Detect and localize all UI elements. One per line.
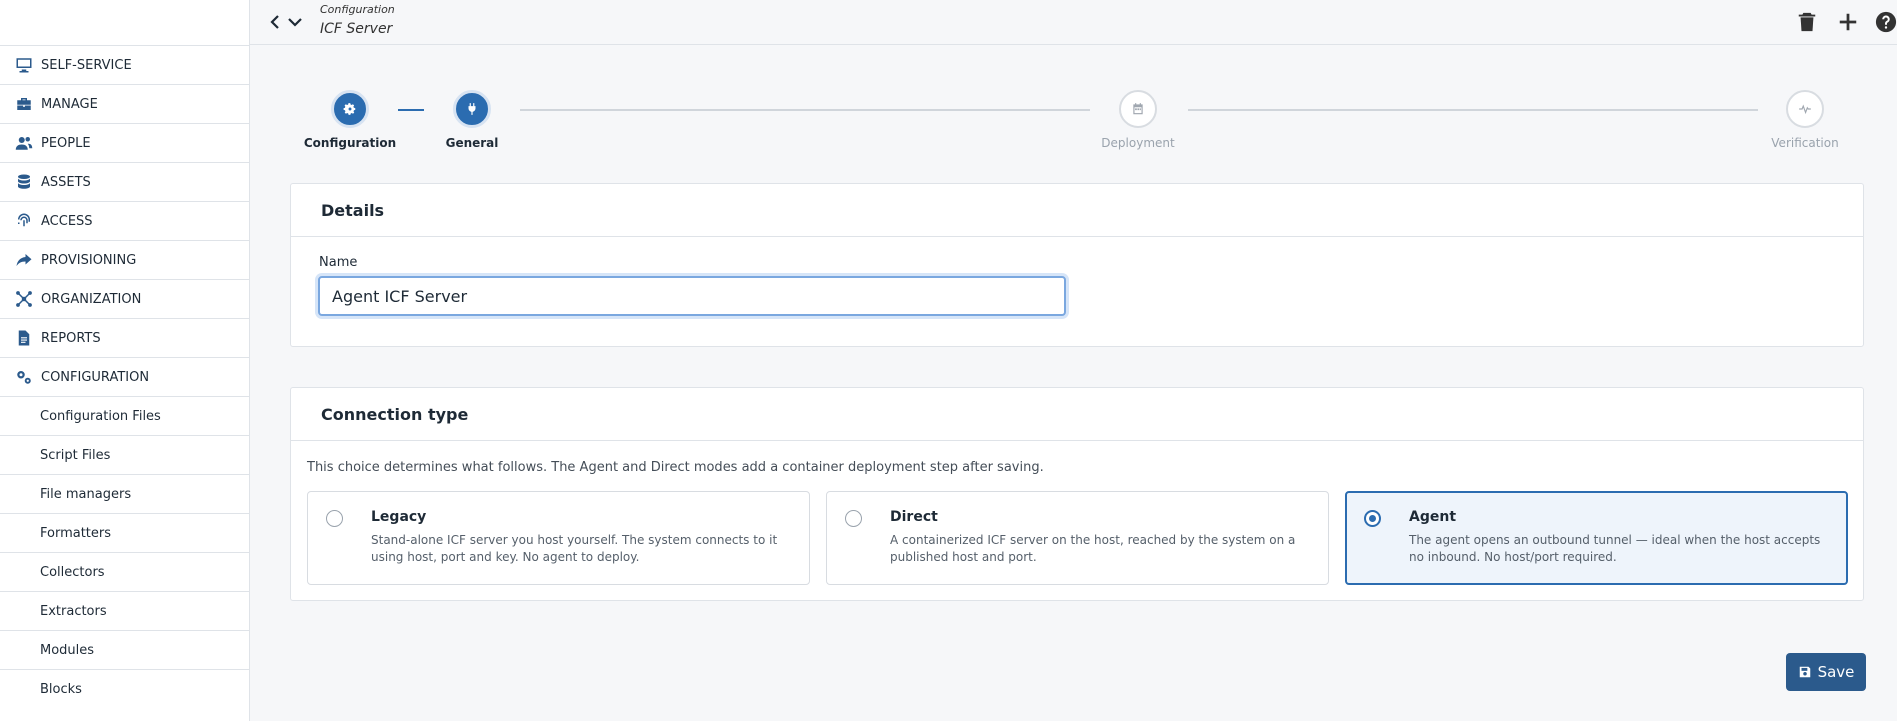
- sidebar-item-reports[interactable]: REPORTS: [0, 318, 249, 357]
- connection-type-description: This choice determines what follows. The…: [307, 460, 1044, 475]
- option-description: The agent opens an outbound tunnel — ide…: [1409, 533, 1821, 564]
- step-connector: [520, 109, 1090, 111]
- sidebar: SELF-SERVICE MANAGE PEOPLE ASSETS ACCESS…: [0, 0, 250, 721]
- pulse-icon: [1786, 90, 1824, 128]
- sidebar-top: [0, 0, 249, 45]
- page-title: ICF Server: [320, 21, 393, 37]
- sidebar-item-label: PROVISIONING: [41, 252, 137, 268]
- option-title: Agent: [1409, 509, 1457, 525]
- network-icon: [13, 290, 35, 308]
- sidebar-item-label: ACCESS: [41, 213, 93, 229]
- plus-icon[interactable]: [1835, 9, 1861, 35]
- option-title: Direct: [890, 509, 938, 525]
- details-card: Details Name: [290, 183, 1864, 347]
- sidebar-subitem-collectors[interactable]: Collectors: [0, 552, 249, 591]
- sidebar-item-label: CONFIGURATION: [41, 369, 150, 385]
- gear-icon: [331, 90, 369, 128]
- fingerprint-icon: [13, 212, 35, 230]
- step-connector: [1188, 109, 1758, 111]
- radio-selected-dot: [1369, 515, 1376, 522]
- sidebar-item-label: REPORTS: [41, 330, 101, 346]
- step-general[interactable]: General: [412, 90, 532, 150]
- save-button[interactable]: Save: [1786, 653, 1866, 691]
- sidebar-item-label: SELF-SERVICE: [41, 57, 132, 73]
- radio-legacy[interactable]: [326, 510, 343, 527]
- step-label: Configuration: [303, 136, 397, 150]
- save-label: Save: [1817, 663, 1855, 681]
- name-label: Name: [319, 255, 358, 270]
- connection-type-card: Connection type This choice determines w…: [290, 387, 1864, 601]
- step-label: Deployment: [1101, 136, 1175, 150]
- trash-icon[interactable]: [1794, 9, 1820, 35]
- toolbox-icon: [13, 95, 35, 113]
- wizard-stepper: Configuration General Deployment Verific…: [290, 90, 1865, 165]
- option-direct[interactable]: Direct A containerized ICF server on the…: [826, 491, 1329, 585]
- sidebar-item-access[interactable]: ACCESS: [0, 201, 249, 240]
- sidebar-item-label: MANAGE: [41, 96, 98, 112]
- chevron-down-icon[interactable]: [287, 13, 303, 31]
- step-configuration[interactable]: Configuration: [290, 90, 410, 150]
- users-icon: [13, 134, 35, 152]
- floppy-disk-icon: [1799, 666, 1810, 678]
- option-description: Stand-alone ICF server you host yourself…: [371, 533, 778, 564]
- step-deployment[interactable]: Deployment: [1078, 90, 1198, 150]
- sidebar-subitem-configuration-files[interactable]: Configuration Files: [0, 396, 249, 435]
- back-icon[interactable]: [267, 13, 283, 31]
- step-verification[interactable]: Verification: [1745, 90, 1865, 150]
- file-icon: [13, 329, 35, 347]
- sidebar-item-organization[interactable]: ORGANIZATION: [0, 279, 249, 318]
- calendar-icon: [1119, 90, 1157, 128]
- sidebar-item-manage[interactable]: MANAGE: [0, 84, 249, 123]
- sidebar-subitem-formatters[interactable]: Formatters: [0, 513, 249, 552]
- monitor-icon: [13, 56, 35, 74]
- sidebar-item-people[interactable]: PEOPLE: [0, 123, 249, 162]
- option-title: Legacy: [371, 509, 427, 525]
- connection-type-title: Connection type: [291, 388, 1863, 441]
- option-legacy[interactable]: Legacy Stand-alone ICF server you host y…: [307, 491, 810, 585]
- sidebar-item-label: ASSETS: [41, 174, 91, 190]
- details-title: Details: [291, 184, 1863, 237]
- sidebar-subitem-script-files[interactable]: Script Files: [0, 435, 249, 474]
- breadcrumb[interactable]: Configuration: [320, 3, 395, 16]
- step-label: General: [445, 136, 499, 150]
- top-header: Configuration ICF Server: [250, 0, 1897, 45]
- sidebar-item-assets[interactable]: ASSETS: [0, 162, 249, 201]
- share-arrow-icon: [13, 251, 35, 269]
- name-input[interactable]: [318, 276, 1066, 316]
- radio-direct[interactable]: [845, 510, 862, 527]
- sidebar-item-label: PEOPLE: [41, 135, 91, 151]
- plug-icon: [453, 90, 491, 128]
- option-description: A containerized ICF server on the host, …: [890, 533, 1296, 564]
- gears-icon: [13, 368, 35, 386]
- sidebar-item-label: ORGANIZATION: [41, 291, 142, 307]
- database-icon: [13, 173, 35, 191]
- sidebar-subitem-file-managers[interactable]: File managers: [0, 474, 249, 513]
- sidebar-subitem-modules[interactable]: Modules: [0, 630, 249, 669]
- radio-agent[interactable]: [1364, 510, 1381, 527]
- sidebar-subitem-extractors[interactable]: Extractors: [0, 591, 249, 630]
- sidebar-item-configuration[interactable]: CONFIGURATION: [0, 357, 249, 396]
- option-agent[interactable]: Agent The agent opens an outbound tunnel…: [1345, 491, 1848, 585]
- step-label: Verification: [1771, 136, 1839, 150]
- help-icon[interactable]: [1875, 9, 1897, 35]
- sidebar-item-self-service[interactable]: SELF-SERVICE: [0, 45, 249, 84]
- sidebar-subitem-blocks[interactable]: Blocks: [0, 669, 249, 708]
- sidebar-item-provisioning[interactable]: PROVISIONING: [0, 240, 249, 279]
